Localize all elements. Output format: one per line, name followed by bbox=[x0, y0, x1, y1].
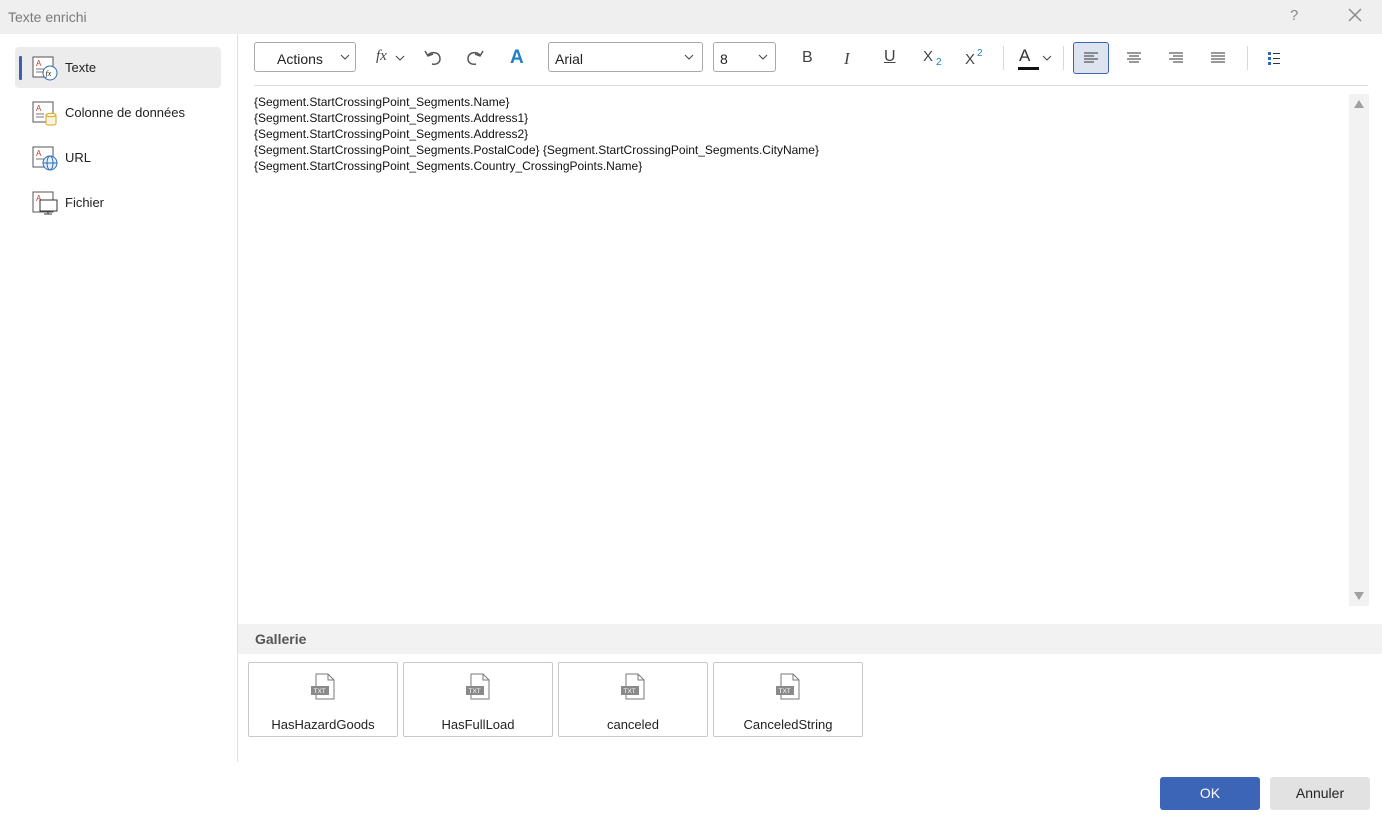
svg-text:A: A bbox=[36, 59, 42, 68]
sidebar: A fx Texte A Colonne de données A URL A … bbox=[0, 34, 238, 762]
url-globe-icon: A bbox=[32, 146, 58, 171]
sidebar-item-fichier[interactable]: A Fichier bbox=[15, 182, 221, 223]
function-button[interactable]: fx bbox=[374, 48, 408, 70]
sidebar-item-label: URL bbox=[65, 150, 92, 165]
bold-button[interactable]: B bbox=[802, 49, 813, 67]
bullet-list-icon[interactable] bbox=[1268, 51, 1282, 65]
underline-button[interactable]: U bbox=[884, 48, 896, 66]
font-color-letter: A bbox=[1019, 46, 1031, 65]
editor-line: {Segment.StartCrossingPoint_Segments.Add… bbox=[254, 111, 529, 125]
svg-text:A: A bbox=[36, 149, 42, 158]
font-size-value: 8 bbox=[720, 51, 728, 67]
font-color-button[interactable]: A bbox=[1017, 46, 1053, 72]
chevron-down-icon bbox=[340, 54, 350, 60]
gallery-item-label: HasHazardGoods bbox=[271, 717, 375, 732]
align-right-icon[interactable] bbox=[1169, 52, 1183, 64]
title-bar: Texte enrichi ? bbox=[0, 0, 1382, 34]
chevron-down-icon bbox=[1042, 55, 1052, 61]
redo-icon[interactable] bbox=[464, 47, 486, 69]
gallery-item-label: CanceledString bbox=[743, 717, 833, 732]
gallery-header: Gallerie bbox=[238, 624, 1382, 654]
font-style-icon[interactable]: A bbox=[510, 47, 524, 69]
text-expression-icon: A fx bbox=[32, 56, 58, 81]
sidebar-item-texte[interactable]: A fx Texte bbox=[15, 47, 221, 88]
file-monitor-icon: A bbox=[32, 191, 58, 215]
undo-icon[interactable] bbox=[422, 47, 444, 69]
gallery-item[interactable]: TXT CanceledString bbox=[713, 662, 863, 737]
font-color-swatch bbox=[1018, 67, 1039, 70]
formatting-toolbar: Actions fx A Arial 8 B I U X 2 X 2 A bbox=[238, 34, 1382, 86]
rich-text-editor[interactable]: {Segment.StartCrossingPoint_Segments.Nam… bbox=[254, 94, 1344, 604]
superscript-mark: 2 bbox=[977, 48, 983, 59]
actions-dropdown[interactable]: Actions bbox=[254, 42, 356, 72]
sidebar-item-label: Colonne de données bbox=[65, 105, 185, 120]
ok-button[interactable]: OK bbox=[1160, 777, 1260, 810]
sidebar-item-label: Fichier bbox=[65, 195, 105, 210]
toolbar-divider bbox=[1247, 46, 1248, 70]
font-family-value: Arial bbox=[555, 51, 584, 67]
toolbar-divider bbox=[1003, 46, 1004, 70]
gallery-item-label: HasFullLoad bbox=[441, 717, 515, 732]
editor-line: {Segment.StartCrossingPoint_Segments.Cou… bbox=[254, 159, 643, 173]
txt-icon-label: TXT bbox=[314, 688, 326, 695]
sidebar-item-url[interactable]: A URL bbox=[15, 137, 221, 178]
sidebar-item-label: Texte bbox=[65, 60, 97, 75]
subscript-mark: 2 bbox=[936, 57, 942, 68]
cancel-button[interactable]: Annuler bbox=[1270, 777, 1370, 810]
editor-line: {Segment.StartCrossingPoint_Segments.Add… bbox=[254, 127, 529, 141]
txt-file-icon: TXT bbox=[621, 673, 645, 700]
font-size-select[interactable]: 8 bbox=[713, 42, 776, 72]
gallery-item[interactable]: TXT canceled bbox=[558, 662, 708, 737]
align-left-button[interactable] bbox=[1073, 42, 1109, 74]
gallery-item-label: canceled bbox=[606, 717, 660, 732]
active-indicator bbox=[19, 56, 22, 80]
fx-icon: fx bbox=[376, 48, 387, 64]
superscript-letter: X bbox=[965, 51, 976, 68]
scroll-up-arrow-icon[interactable] bbox=[1354, 100, 1364, 108]
txt-icon-label: TXT bbox=[779, 688, 791, 695]
editor-line: {Segment.StartCrossingPoint_Segments.Pos… bbox=[254, 143, 819, 157]
close-icon[interactable] bbox=[1346, 6, 1364, 24]
editor-line: {Segment.StartCrossingPoint_Segments.Nam… bbox=[254, 95, 510, 109]
align-left-icon bbox=[1084, 52, 1098, 63]
scroll-down-arrow-icon[interactable] bbox=[1354, 592, 1364, 600]
subscript-letter: X bbox=[923, 48, 934, 65]
txt-file-icon: TXT bbox=[776, 673, 800, 700]
chevron-down-icon bbox=[758, 54, 768, 60]
align-justify-icon[interactable] bbox=[1211, 52, 1225, 64]
txt-file-icon: TXT bbox=[311, 673, 335, 700]
sidebar-item-colonne-de-donnees[interactable]: A Colonne de données bbox=[15, 92, 221, 133]
txt-file-icon: TXT bbox=[466, 673, 490, 700]
font-family-select[interactable]: Arial bbox=[548, 42, 703, 72]
svg-text:A: A bbox=[36, 104, 42, 113]
txt-icon-label: TXT bbox=[469, 688, 481, 695]
align-center-icon[interactable] bbox=[1127, 52, 1141, 64]
chevron-down-icon bbox=[395, 55, 405, 61]
toolbar-divider-line bbox=[254, 85, 1368, 86]
help-button[interactable]: ? bbox=[1290, 7, 1298, 24]
superscript-button[interactable]: X 2 bbox=[965, 48, 989, 70]
data-column-icon: A bbox=[32, 101, 57, 126]
toolbar-divider bbox=[1063, 46, 1064, 70]
gallery-title: Gallerie bbox=[255, 631, 307, 647]
gallery-item[interactable]: TXT HasHazardGoods bbox=[248, 662, 398, 737]
chevron-down-icon bbox=[684, 54, 694, 60]
subscript-button[interactable]: X 2 bbox=[923, 48, 947, 70]
italic-button[interactable]: I bbox=[844, 49, 850, 69]
gallery-item[interactable]: TXT HasFullLoad bbox=[403, 662, 553, 737]
window-title: Texte enrichi bbox=[8, 9, 87, 25]
svg-text:fx: fx bbox=[46, 69, 52, 78]
actions-label: Actions bbox=[277, 51, 323, 67]
vertical-scrollbar[interactable] bbox=[1349, 94, 1369, 606]
txt-icon-label: TXT bbox=[624, 688, 636, 695]
